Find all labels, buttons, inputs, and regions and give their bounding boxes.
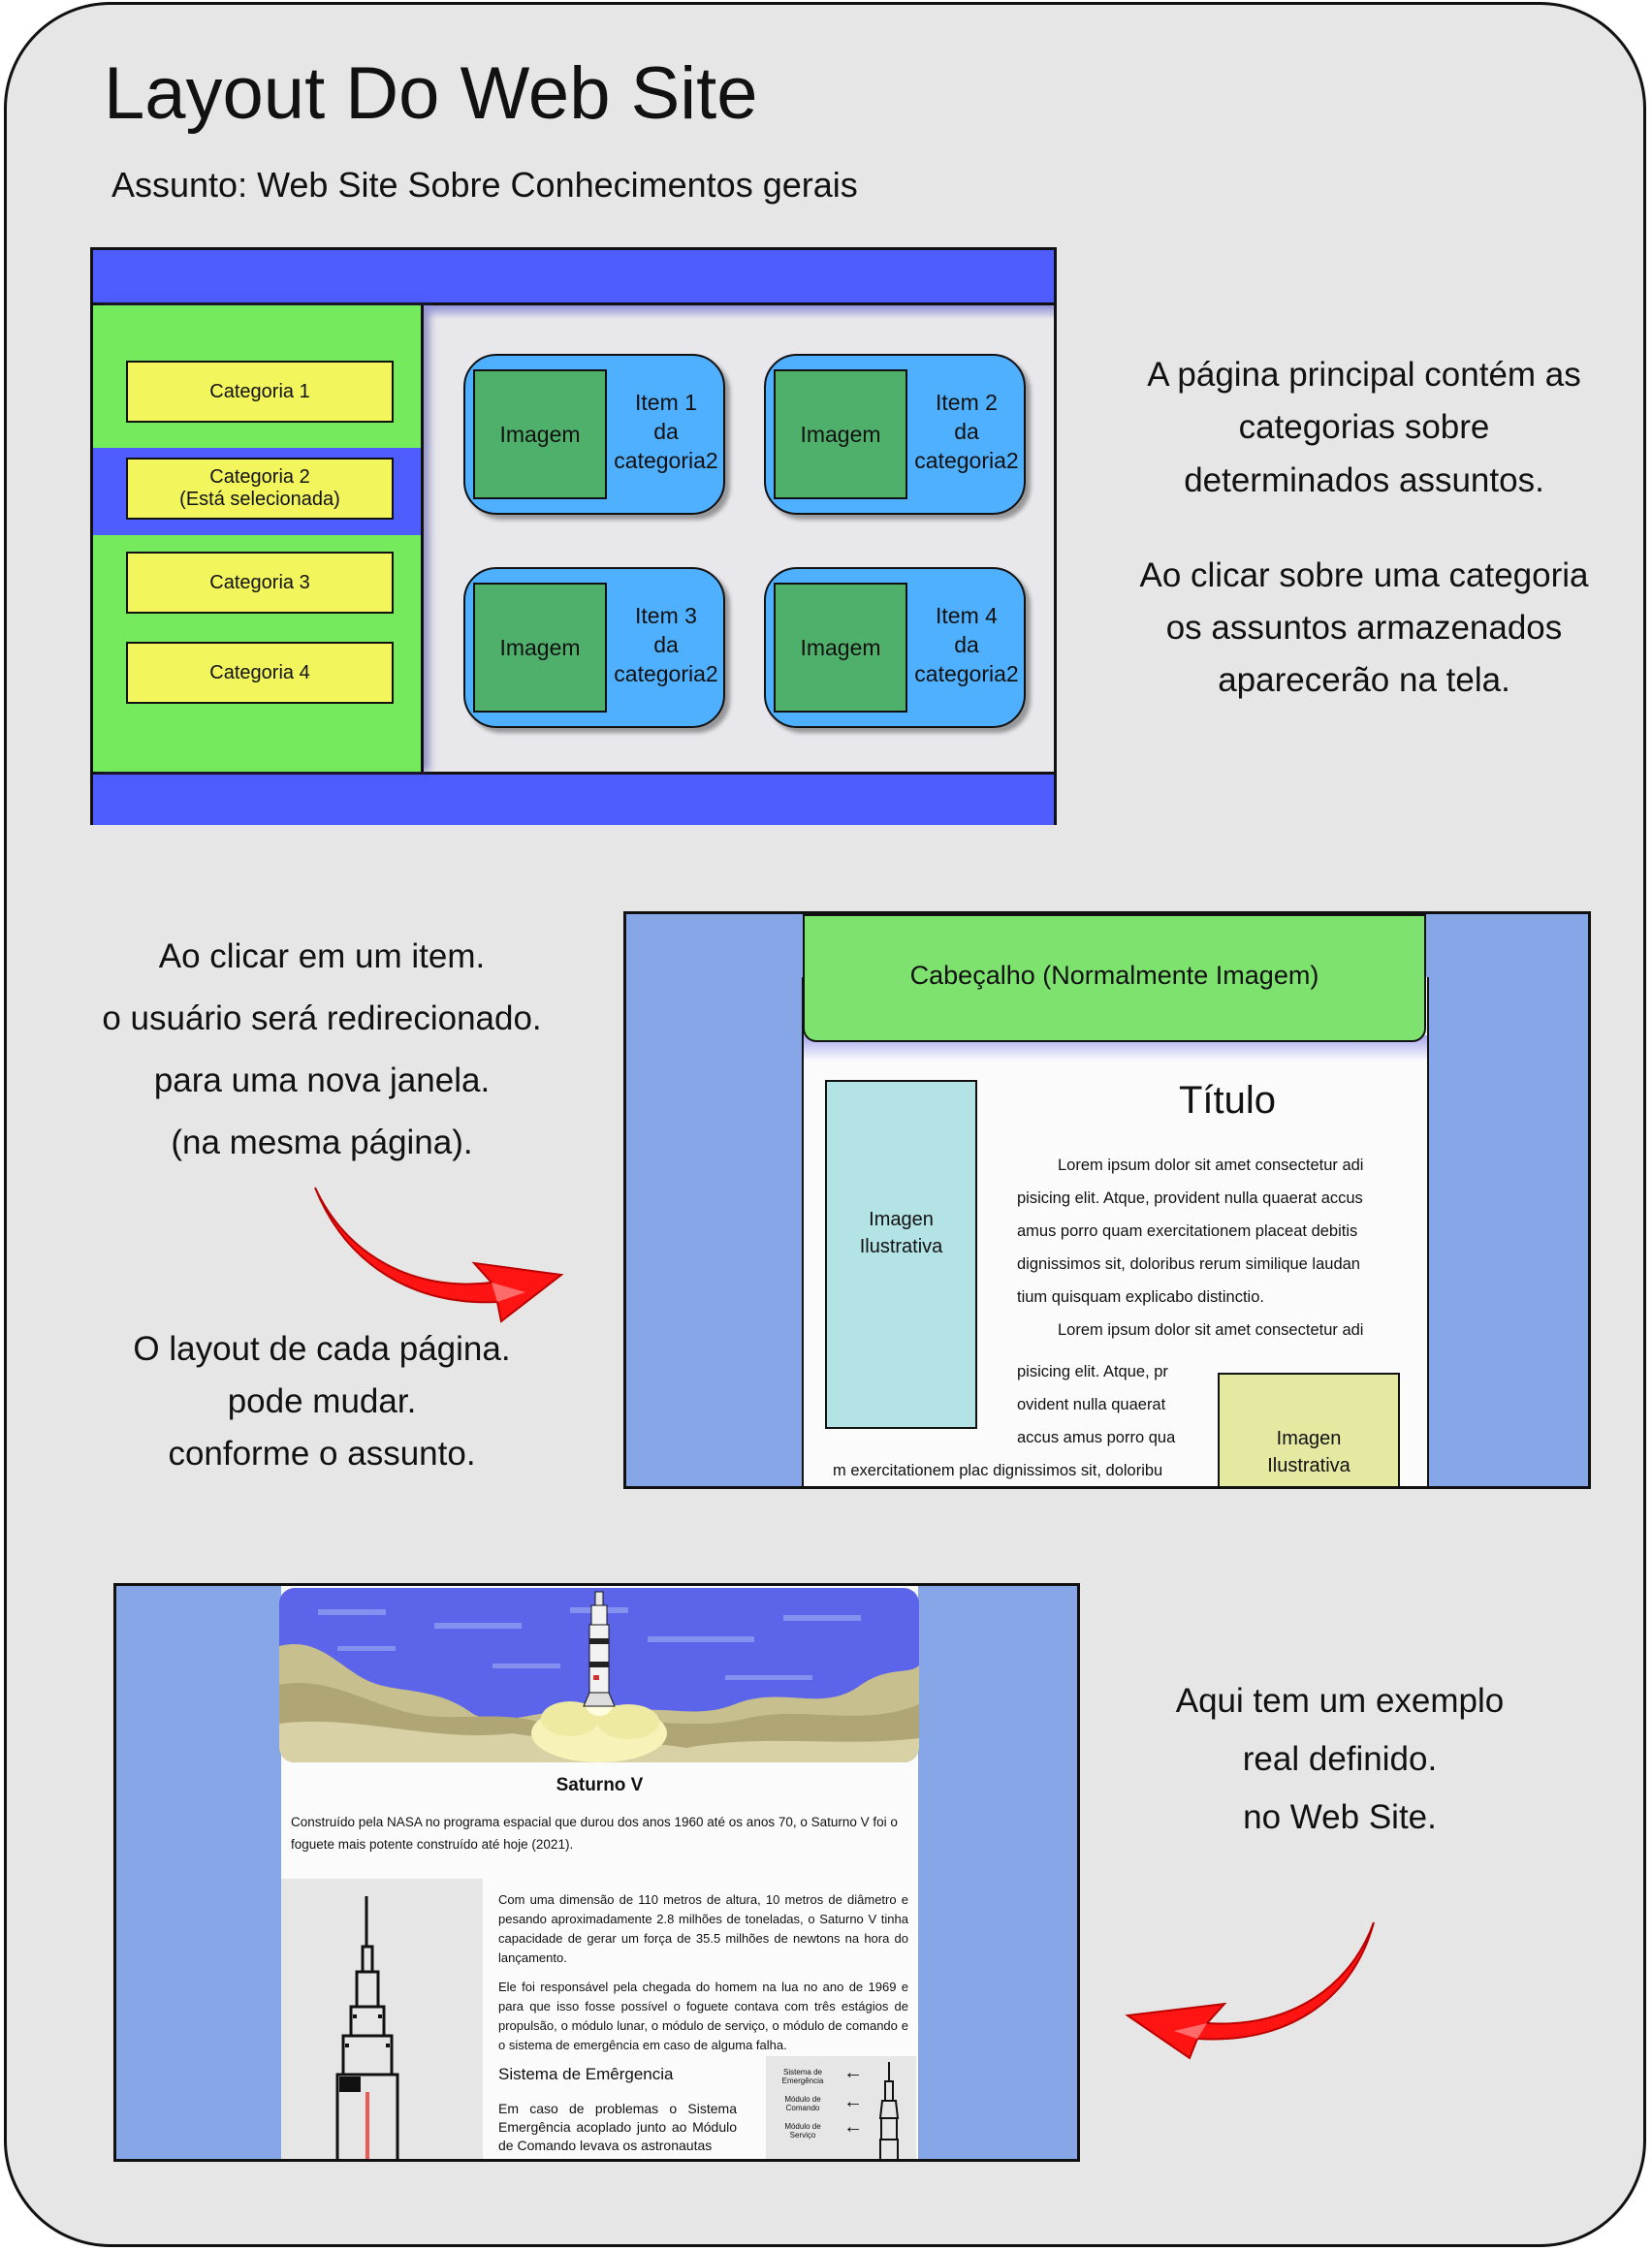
- item-label: Item 3 da categoria2: [614, 603, 718, 686]
- item-page-wireframe: Cabeçalho (Normalmente Imagem) Título Im…: [623, 911, 1591, 1489]
- description-main-page: A página principal contém as categorias …: [1139, 356, 1589, 700]
- category-2-selected[interactable]: Categoria 2 (Está selecionada): [126, 458, 394, 520]
- rocket-icon: [335, 1896, 399, 2159]
- capsule-stack-icon: [878, 2062, 900, 2159]
- header-shadow: [424, 305, 1054, 319]
- lorem-line: amus porro quam exercitationem placeat d…: [1017, 1222, 1358, 1240]
- lorem-line: ovident nulla quaerat: [1017, 1396, 1166, 1413]
- red-arrow-left-icon: [1125, 1921, 1375, 2060]
- item-card-2[interactable]: Imagem Item 2 da categoria2: [764, 354, 1026, 515]
- wireframe-footer-bar: [93, 772, 1054, 825]
- rocket-diagram-panel: [281, 1879, 483, 2159]
- rocket-launch-banner: [279, 1588, 919, 1762]
- lorem-line: pisicing elit. Atque, pr: [1017, 1363, 1168, 1380]
- item-label: Item 4 da categoria2: [914, 603, 1019, 686]
- lorem-line: Lorem ipsum dolor sit amet consectetur a…: [1058, 1321, 1364, 1339]
- item-image: Imagem: [473, 369, 607, 499]
- category-1[interactable]: Categoria 1: [126, 361, 394, 423]
- category-3[interactable]: Categoria 3: [126, 552, 394, 614]
- example-subheading: Sistema de Emêrgencia: [498, 2065, 674, 2083]
- item-card-1[interactable]: Imagem Item 1 da categoria2: [463, 354, 725, 515]
- page-title: Layout Do Web Site: [104, 52, 758, 135]
- wireframe-sidebar: Categoria 1 Categoria 2 (Está selecionada…: [93, 305, 424, 772]
- item-label: Item 1 da categoria2: [614, 390, 718, 473]
- arrow-left-icon: ←: [843, 2116, 863, 2138]
- lorem-line: tium quisquam explicabo distinctio.: [1017, 1288, 1264, 1306]
- example-paragraph-3: Em caso de problemas o Sistema Emergênci…: [498, 2101, 737, 2153]
- item-card-3[interactable]: Imagem Item 3 da categoria2: [463, 567, 725, 728]
- description-real-example: Aqui tem um exemplo real definido. no We…: [1175, 1682, 1505, 1836]
- red-arrow-right-icon: [314, 1187, 564, 1323]
- lorem-line: accus amus porro qua: [1017, 1429, 1176, 1446]
- arrow-left-icon: ←: [843, 2091, 863, 2112]
- diagram-label: Sistema de Emergência: [781, 2068, 824, 2085]
- example-paragraph-2: Ele foi responsável pela chegada do home…: [498, 1980, 908, 2052]
- diagram-label: Módulo de Serviço: [784, 2122, 821, 2140]
- illustration-right: Imagen Ilustrativa: [1218, 1373, 1400, 1486]
- real-example-screenshot: Saturno V Construído pela NASA no progra…: [113, 1583, 1080, 2162]
- illustration-left: Imagen Ilustrativa: [825, 1080, 977, 1429]
- lorem-line: m exercitationem plac dignissimos sit, d…: [833, 1462, 1163, 1479]
- main-page-wireframe: Categoria 1 Categoria 2 (Está selecionada…: [90, 247, 1057, 825]
- wireframe-header-bar: [93, 250, 1054, 305]
- item-image: Imagem: [473, 583, 607, 713]
- item-card-4[interactable]: Imagem Item 4 da categoria2: [764, 567, 1026, 728]
- module-diagram: Sistema de Emergência Módulo de Comando …: [766, 2056, 916, 2159]
- category-4[interactable]: Categoria 4: [126, 642, 394, 704]
- lorem-line: dignissimos sit, doloribus rerum similiq…: [1017, 1255, 1360, 1273]
- item-image: Imagem: [774, 583, 907, 713]
- lorem-line: pisicing elit. Atque, provident nulla qu…: [1017, 1189, 1363, 1207]
- example-title: Saturno V: [556, 1775, 644, 1795]
- header-label: Cabeçalho (Normalmente Imagem): [909, 961, 1319, 990]
- diagram-label: Módulo de Comando: [784, 2095, 821, 2112]
- example-intro: Construído pela NASA no programa espacia…: [291, 1815, 898, 1852]
- example-paragraph-1: Com uma dimensão de 110 metros de altura…: [498, 1892, 908, 1965]
- item-label: Item 2 da categoria2: [914, 390, 1019, 473]
- lorem-line: Lorem ipsum dolor sit amet consectetur a…: [1058, 1157, 1364, 1174]
- poster-sheet: Layout Do Web Site Assunto: Web Site Sob…: [4, 2, 1646, 2247]
- arrow-left-icon: ←: [843, 2062, 863, 2083]
- description-layout-change: O layout de cada página. pode mudar. con…: [133, 1330, 511, 1473]
- page-subtitle: Assunto: Web Site Sobre Conhecimentos ge…: [111, 165, 858, 205]
- header-banner: Cabeçalho (Normalmente Imagem): [803, 914, 1426, 1042]
- description-item-click: Ao clicar em um item. o usuário será red…: [102, 937, 542, 1161]
- item-image: Imagem: [774, 369, 907, 499]
- article-title: Título: [1178, 1079, 1277, 1122]
